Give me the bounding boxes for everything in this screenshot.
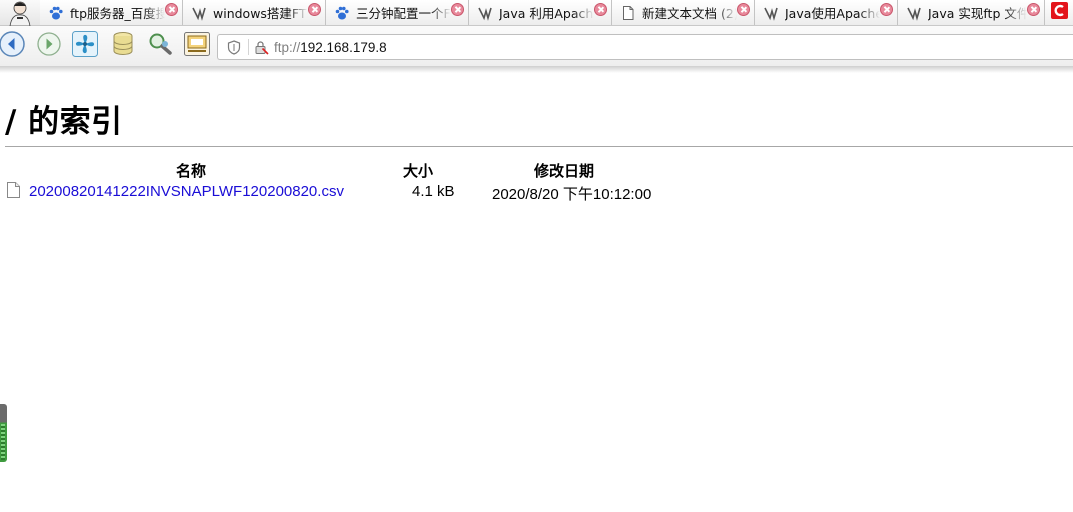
close-tab-icon[interactable] xyxy=(165,3,178,16)
tab-windows-ftp[interactable]: windows搭建FTP xyxy=(183,0,326,25)
url-text[interactable]: ftp://192.168.179.8 xyxy=(274,40,387,55)
title-divider xyxy=(5,146,1073,147)
toolbar-shadow xyxy=(0,66,1073,73)
forward-button[interactable] xyxy=(34,31,64,61)
column-header-size[interactable]: 大小 xyxy=(403,160,433,181)
page-title: / 的索引 xyxy=(5,104,123,140)
file-size: 4.1 kB xyxy=(412,183,455,200)
tab-java-ftp[interactable]: Java 实现ftp 文件 xyxy=(898,0,1045,25)
close-tab-icon[interactable] xyxy=(451,3,464,16)
forward-icon xyxy=(35,30,63,62)
csdn-logo-icon xyxy=(906,5,922,21)
database-tool-button[interactable] xyxy=(108,31,138,61)
side-widget-handle[interactable] xyxy=(0,404,7,462)
back-button[interactable] xyxy=(0,31,27,61)
tab-strip: ftp服务器_百度搜索 windows搭建FTP 三分钟配置一个FTP Java… xyxy=(0,0,1073,26)
close-tab-icon[interactable] xyxy=(594,3,607,16)
shield-icon[interactable] xyxy=(226,39,242,55)
close-tab-icon[interactable] xyxy=(737,3,750,16)
tab-csdn[interactable] xyxy=(1045,0,1073,25)
csdn-logo-icon xyxy=(477,5,493,21)
csdn-c-logo-icon xyxy=(1051,2,1068,23)
back-icon xyxy=(0,30,26,62)
tab-text-document[interactable]: 新建文本文档 (2) xyxy=(612,0,755,25)
tab-label: Java 实现ftp 文件 xyxy=(928,6,1027,21)
tab-ftp-config[interactable]: 三分钟配置一个FTP xyxy=(326,0,469,25)
url-host: 192.168.179.8 xyxy=(300,39,387,55)
url-scheme: ftp:// xyxy=(274,39,301,55)
tab-label: Java使用Apache xyxy=(785,6,880,21)
file-date: 2020/8/20 下午10:12:00 xyxy=(492,186,652,203)
baidu-paw-icon xyxy=(334,5,350,21)
csdn-logo-icon xyxy=(191,5,207,21)
column-header-date[interactable]: 修改日期 xyxy=(534,160,594,181)
fan-icon xyxy=(71,30,99,62)
screenshot-icon xyxy=(183,30,211,62)
tab-baidu-search[interactable]: ftp服务器_百度搜索 xyxy=(40,0,183,25)
tab-label: 三分钟配置一个FTP xyxy=(356,6,451,21)
close-tab-icon[interactable] xyxy=(880,3,893,16)
search-tool-button[interactable] xyxy=(145,31,175,61)
close-tab-icon[interactable] xyxy=(308,3,321,16)
tab-label: 新建文本文档 (2) xyxy=(642,6,737,21)
magnifier-icon xyxy=(146,30,174,62)
file-row: 20200820141222INVSNAPLWF120200820.csv 4.… xyxy=(6,181,706,203)
screenshot-tool-button[interactable] xyxy=(182,31,212,61)
tab-label: Java 利用Apache xyxy=(499,6,594,21)
insecure-lock-icon[interactable] xyxy=(253,39,269,55)
file-link[interactable]: 20200820141222INVSNAPLWF120200820.csv xyxy=(29,183,344,200)
address-separator xyxy=(248,39,249,55)
fan-tool-button[interactable] xyxy=(70,31,100,61)
csdn-logo-icon xyxy=(763,5,779,21)
close-tab-icon[interactable] xyxy=(1027,3,1040,16)
document-icon xyxy=(620,5,636,21)
column-header-name[interactable]: 名称 xyxy=(176,160,206,181)
tab-label: windows搭建FTP xyxy=(213,6,308,21)
address-bar[interactable]: ftp://192.168.179.8 xyxy=(217,34,1073,60)
tab-java-apache[interactable]: Java 利用Apache xyxy=(469,0,612,25)
tab-label: ftp服务器_百度搜索 xyxy=(70,6,165,21)
user-avatar[interactable] xyxy=(0,0,40,26)
browser-toolbar: ftp://192.168.179.8 xyxy=(0,26,1073,66)
tab-java-apache-2[interactable]: Java使用Apache xyxy=(755,0,898,25)
file-icon xyxy=(6,181,21,199)
database-icon xyxy=(109,30,137,62)
baidu-paw-icon xyxy=(48,5,64,21)
